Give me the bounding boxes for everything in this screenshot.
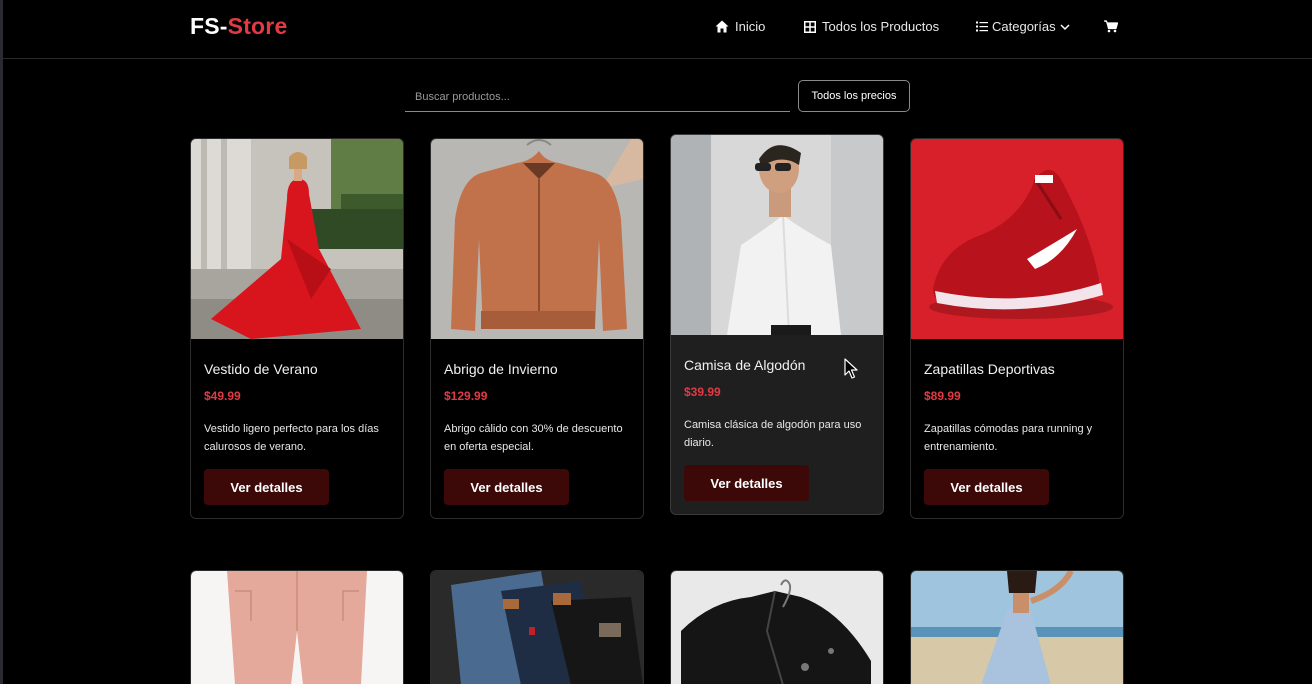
product-card[interactable]: Zapatillas Deportivas $89.99 Zapatillas … — [910, 138, 1124, 519]
product-description: Camisa clásica de algodón para uso diari… — [684, 419, 862, 449]
navbar: FS-Store Inicio Todos los Productos Cate… — [3, 0, 1312, 59]
product-description: Zapatillas cómodas para running y entren… — [924, 423, 1093, 453]
nav-all-products-label: Todos los Productos — [822, 19, 940, 34]
nav-cart[interactable] — [1104, 20, 1118, 33]
view-details-button[interactable]: Ver detalles — [684, 465, 809, 501]
view-details-button[interactable]: Ver detalles — [204, 469, 329, 505]
product-price: $129.99 — [444, 389, 488, 403]
nav-home[interactable]: Inicio — [715, 19, 765, 34]
product-image — [671, 571, 883, 684]
brand-logo[interactable]: FS-Store — [190, 13, 287, 40]
product-image — [191, 139, 403, 339]
search-input[interactable] — [405, 82, 790, 112]
nav-all-products[interactable]: Todos los Productos — [804, 19, 939, 34]
product-image — [911, 571, 1123, 684]
brand-part2: Store — [227, 13, 288, 39]
chevron-down-icon — [1060, 23, 1070, 31]
product-card[interactable] — [190, 570, 404, 684]
product-image — [431, 139, 643, 339]
brand-part1: FS- — [190, 13, 228, 39]
product-price: $89.99 — [924, 389, 961, 403]
product-title: Vestido de Verano — [204, 361, 318, 377]
product-image — [191, 571, 403, 684]
list-icon — [976, 21, 988, 32]
view-details-button[interactable]: Ver detalles — [444, 469, 569, 505]
nav-categories-label: Categorías — [992, 19, 1056, 34]
product-card[interactable] — [430, 570, 644, 684]
product-card[interactable]: Camisa de Algodón $39.99 Camisa clásica … — [670, 134, 884, 515]
product-description: Vestido ligero perfecto para los días ca… — [204, 423, 379, 453]
home-icon — [715, 20, 729, 33]
product-description: Abrigo cálido con 30% de descuento en of… — [444, 423, 623, 453]
view-details-button[interactable]: Ver detalles — [924, 469, 1049, 505]
product-card[interactable]: Abrigo de Invierno $129.99 Abrigo cálido… — [430, 138, 644, 519]
product-image — [911, 139, 1123, 339]
product-title: Zapatillas Deportivas — [924, 361, 1055, 377]
product-title: Abrigo de Invierno — [444, 361, 558, 377]
cart-icon — [1104, 20, 1118, 33]
product-card[interactable] — [910, 570, 1124, 684]
nav-categories-dropdown[interactable]: Categorías — [976, 19, 1070, 34]
product-price: $39.99 — [684, 385, 721, 399]
nav-home-label: Inicio — [735, 19, 766, 34]
grid-icon — [804, 20, 816, 33]
price-filter-button[interactable]: Todos los precios — [798, 80, 910, 112]
product-title: Camisa de Algodón — [684, 357, 806, 373]
product-image — [671, 135, 883, 335]
product-image — [431, 571, 643, 684]
product-card[interactable]: Vestido de Verano $49.99 Vestido ligero … — [190, 138, 404, 519]
window-edge — [0, 0, 3, 684]
product-price: $49.99 — [204, 389, 241, 403]
product-card[interactable] — [670, 570, 884, 684]
